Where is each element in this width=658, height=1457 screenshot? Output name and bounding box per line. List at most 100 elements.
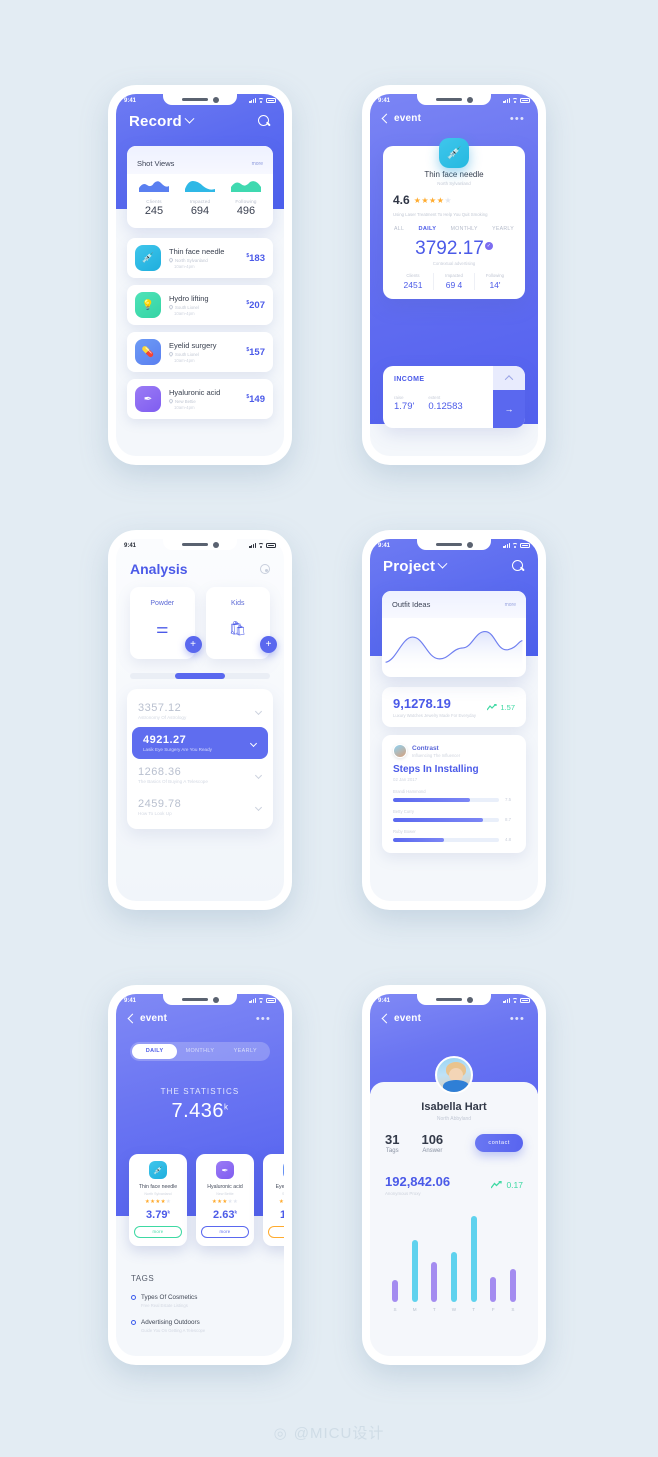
scroll-thumb[interactable] [174, 673, 226, 679]
profile-location: North Abbyland [436, 1116, 472, 1122]
back-icon[interactable] [381, 1013, 392, 1024]
list-item[interactable]: 💊 Eyelid surgery South Lionel 10am-4pm $… [127, 332, 273, 372]
profile-stats: 31 Tags 106 Answer contact [385, 1132, 523, 1154]
list-item-selected[interactable]: 4921.27 Lasik Eye Surgery Are You Ready [132, 727, 268, 759]
treatment-carousel[interactable]: 💉 Thin face needle North Sylvanland ★★★★… [129, 1154, 284, 1246]
camera-icon [466, 541, 473, 548]
list-item[interactable]: 💉 Thin face needle North Sylvanland 10am… [127, 238, 273, 278]
list-item[interactable]: 💡 Hydro lifting South Lionel 10am-4pm $2… [127, 285, 273, 325]
screen-statistics: 9:41 event ••• DAILY MONTHLY YEARLY THE … [116, 994, 284, 1356]
card-kids[interactable]: Kids 🛍 + [205, 587, 277, 659]
segment-daily[interactable]: DAILY [132, 1044, 178, 1059]
back-icon[interactable] [127, 1013, 138, 1024]
chevron-down-icon[interactable] [437, 558, 448, 569]
revenue-value: 192,842.06 [385, 1174, 451, 1189]
list-item[interactable]: 2459.78 How To Look Up [127, 791, 273, 823]
more-dots-icon[interactable]: ••• [510, 1013, 525, 1024]
item-text: Thin face needle North Sylvanland 10am-4… [161, 247, 246, 269]
card-powder[interactable]: Powder ⚌ + [130, 587, 202, 659]
status-time: 9:41 [378, 997, 391, 1004]
pin-icon [168, 257, 174, 264]
camera-icon [212, 541, 219, 548]
treatment-name: Hyaluronic acid [207, 1184, 243, 1190]
add-button[interactable]: + [260, 636, 277, 653]
capsule-icon: 💊 [135, 339, 161, 365]
more-button[interactable]: more [201, 1225, 249, 1238]
detail-big-value: 3792.17 ✓ [415, 238, 493, 260]
status-icons [249, 998, 276, 1003]
progress-track [393, 797, 499, 802]
syringe-icon: 💉 [439, 138, 469, 168]
chart-bar [411, 1240, 418, 1302]
chevron-up-icon[interactable] [493, 366, 525, 390]
chart-bar [509, 1269, 516, 1302]
gear-icon[interactable] [260, 564, 270, 574]
bar-label: T [472, 1307, 476, 1312]
phone-event-detail: 9:41 event ••• 💉 Thin face needle North … [362, 85, 546, 465]
tab-yearly[interactable]: YEARLY [492, 226, 514, 232]
treatment-card[interactable]: ✒ Hyaluronic acid New Bettie ★★★★★ 2.63k… [196, 1154, 254, 1246]
rating-value: 4.6 [393, 193, 410, 207]
progress-label: Ruby Bower [393, 829, 416, 834]
chart-bar [392, 1280, 398, 1302]
watermark: ◎ @MICU设计 [0, 1422, 658, 1443]
phone-profile: 9:41 event ••• Isabella Hart North Abbyl… [362, 985, 546, 1365]
list-item[interactable]: ✒ Hyaluronic acid New Bettie 10am-4pm $1… [127, 379, 273, 419]
progress-track [393, 817, 499, 822]
treatment-card[interactable]: 💊 Eyelid surgery South Lionel ★★★★★ 1.84… [263, 1154, 284, 1246]
list-item[interactable]: 1268.36 The Basics Of Buying A Telescope [127, 759, 273, 791]
shot-views-header: Shot Views more [127, 146, 273, 174]
contact-button[interactable]: contact [475, 1134, 523, 1152]
event-back-group[interactable]: event [381, 113, 421, 124]
tag-title: Advertising Outdoors [141, 1319, 200, 1326]
income-left: INCOME raise 1.79' extent 0.12583 [383, 366, 493, 428]
more-dots-icon[interactable]: ••• [510, 113, 525, 124]
profile-back-group[interactable]: event [381, 1013, 421, 1024]
shot-views-more[interactable]: more [252, 161, 263, 167]
chart-bar [490, 1277, 497, 1302]
stat-label: Following [235, 199, 257, 204]
star-rating-icon: ★★★★★ [278, 1198, 284, 1205]
back-icon[interactable] [381, 113, 392, 124]
segment-yearly[interactable]: YEARLY [223, 1044, 268, 1059]
rating-row: 4.6 ★★★★★ [393, 193, 515, 207]
tab-daily[interactable]: DAILY [419, 226, 437, 232]
stat-answer: 106 Answer [421, 1132, 443, 1154]
project-user: Contrast Influencing The Influencer [393, 744, 515, 758]
bar-column: S [506, 1269, 520, 1312]
battery-icon [520, 543, 530, 548]
item-name: Thin face needle [169, 247, 225, 257]
arrow-right-icon[interactable]: → [493, 390, 525, 428]
stat-back-group[interactable]: event [127, 1013, 167, 1024]
tag-item[interactable]: Advertising Outdoors Guide You On Gettin… [131, 1319, 269, 1333]
treatment-name: Eyelid surgery [275, 1184, 284, 1190]
outfit-more[interactable]: more [505, 602, 516, 608]
stat-label: Tags [385, 1148, 399, 1154]
status-time: 9:41 [378, 542, 391, 549]
tag-item[interactable]: Types Of Cosmetics Free Real Estate List… [131, 1294, 269, 1308]
project-title-group[interactable]: Project [383, 558, 448, 575]
list-item[interactable]: 3357.12 Astronomy Of Astrology [127, 695, 273, 727]
more-button[interactable]: more [268, 1225, 284, 1238]
speaker-icon [435, 98, 462, 101]
signal-icon [249, 98, 256, 103]
sparkline-impacted [185, 181, 215, 192]
segment-monthly[interactable]: MONTHLY [177, 1044, 222, 1059]
record-title-group[interactable]: Record [129, 113, 195, 130]
item-location: New Bettie [168, 398, 246, 405]
chevron-down-icon[interactable] [184, 113, 195, 124]
stat-value: 694 [190, 205, 210, 217]
more-dots-icon[interactable]: ••• [256, 1013, 271, 1024]
more-button[interactable]: more [134, 1225, 182, 1238]
bar-column: T [427, 1262, 441, 1312]
add-button[interactable]: + [184, 636, 202, 653]
income-title: INCOME [394, 376, 425, 383]
tab-monthly[interactable]: MONTHLY [451, 226, 478, 232]
search-icon[interactable] [258, 115, 271, 128]
item-amount: $149 [246, 393, 265, 405]
wifi-icon [512, 543, 518, 548]
treatment-card[interactable]: 💉 Thin face needle North Sylvanland ★★★★… [129, 1154, 187, 1246]
scroll-track[interactable] [130, 673, 270, 679]
search-icon[interactable] [512, 560, 525, 573]
tab-all[interactable]: ALL [394, 226, 404, 232]
